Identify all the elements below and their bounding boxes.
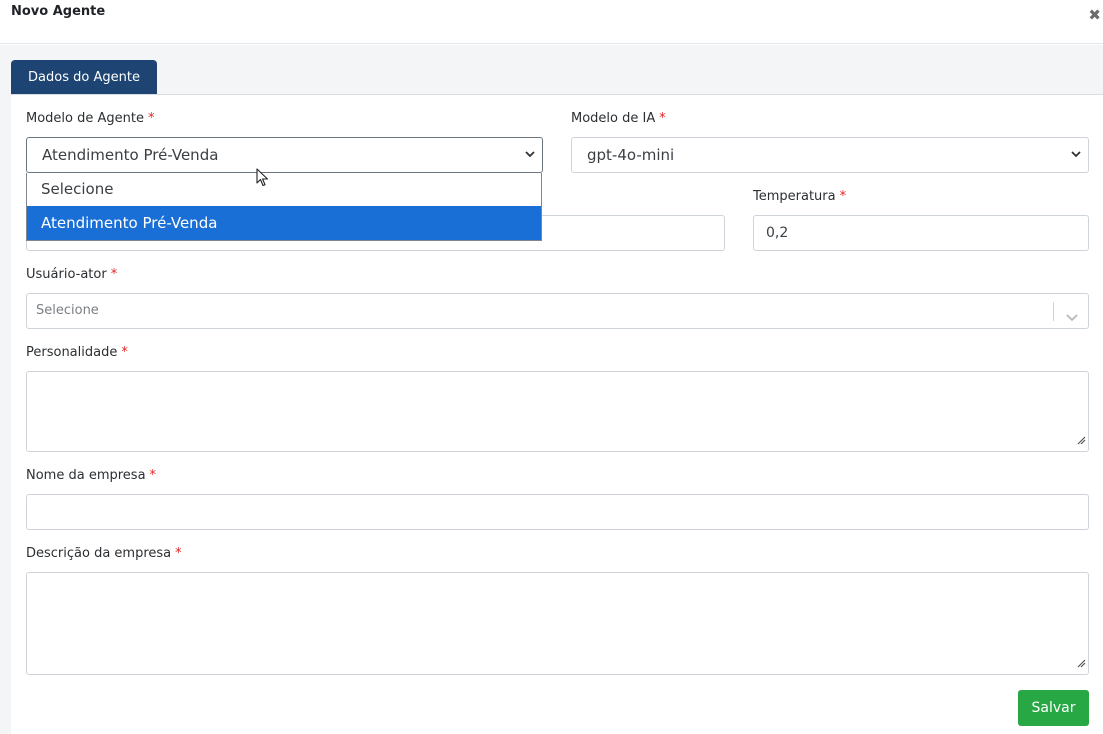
modal-title: Novo Agente [11,4,106,19]
temperatura-input[interactable]: 0,2 [753,215,1089,251]
descricao-empresa-textarea[interactable] [26,572,1089,675]
modelo-agente-dropdown: Selecione Atendimento Pré-Venda [26,173,542,241]
resize-handle-icon[interactable] [1077,653,1086,672]
usuario-ator-placeholder: Selecione [36,303,99,318]
modelo-agente-label-text: Modelo de Agente [26,111,144,126]
usuario-ator-select[interactable]: Selecione [26,293,1089,329]
nome-empresa-input[interactable] [26,494,1089,530]
modelo-ia-label-text: Modelo de IA [571,111,656,126]
required-mark: * [149,468,157,483]
temperatura-label: Temperatura * [753,189,846,204]
mouse-pointer-icon [256,168,270,192]
option-atendimento-pre-venda[interactable]: Atendimento Pré-Venda [27,206,541,240]
modelo-ia-select[interactable]: gpt-4o-mini [571,137,1089,173]
personalidade-textarea[interactable] [26,371,1089,452]
descricao-empresa-label: Descrição da empresa * [26,546,182,561]
modelo-ia-label: Modelo de IA * [571,111,666,126]
modelo-agente-label: Modelo de Agente * [26,111,154,126]
save-button[interactable]: Salvar [1018,690,1089,726]
option-selecione[interactable]: Selecione [27,173,541,206]
usuario-ator-label: Usuário-ator * [26,267,117,282]
nome-empresa-label-text: Nome da empresa [26,468,146,483]
modelo-ia-value: gpt-4o-mini [587,146,675,164]
usuario-ator-label-text: Usuário-ator [26,267,107,282]
required-mark: * [147,111,155,126]
descricao-empresa-label-text: Descrição da empresa [26,546,172,561]
chevron-down-icon [525,138,535,158]
nome-empresa-label: Nome da empresa * [26,468,156,483]
chevron-down-icon[interactable] [1066,307,1078,326]
chevron-down-icon [1071,138,1081,158]
required-mark: * [175,546,182,561]
temperatura-value: 0,2 [766,225,789,241]
required-mark: * [110,267,118,282]
resize-handle-icon[interactable] [1077,430,1086,449]
temperatura-label-text: Temperatura [753,189,836,204]
modelo-agente-select[interactable]: Atendimento Pré-Venda [26,137,543,173]
close-icon[interactable]: ✖ [1088,6,1101,24]
tab-dados-do-agente[interactable]: Dados do Agente [11,60,157,95]
select-separator [1053,302,1054,321]
modal-header: Novo Agente ✖ [0,0,1103,44]
required-mark: * [839,189,847,204]
personalidade-label-text: Personalidade [26,345,118,360]
personalidade-label: Personalidade * [26,345,128,360]
required-mark: * [121,345,128,360]
required-mark: * [659,111,666,126]
modelo-agente-value: Atendimento Pré-Venda [42,146,219,164]
